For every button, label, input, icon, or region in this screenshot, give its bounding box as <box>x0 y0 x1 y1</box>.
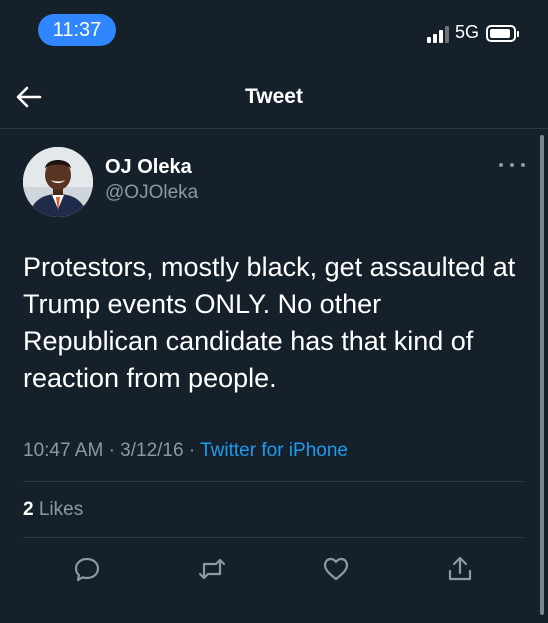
author-handle[interactable]: @OJOleka <box>105 182 198 204</box>
reply-icon[interactable] <box>72 554 102 584</box>
likes-count: 2 <box>23 499 34 520</box>
signal-icon <box>427 25 451 43</box>
tweet-time: 10:47 AM <box>23 440 104 461</box>
share-icon[interactable] <box>445 554 475 584</box>
meta-separator: · <box>188 440 196 461</box>
heart-icon[interactable] <box>321 554 351 584</box>
divider <box>23 481 525 482</box>
tweet-text: Protestors, mostly black, get assaulted … <box>23 252 516 393</box>
tweet-date: 3/12/16 <box>120 440 184 461</box>
author-name[interactable]: OJ Oleka <box>105 156 192 179</box>
scrollbar[interactable] <box>540 135 544 615</box>
divider <box>23 537 525 538</box>
top-nav: Tweet <box>0 70 548 128</box>
more-horizontal-icon[interactable] <box>499 160 525 170</box>
status-time: 11:37 <box>38 14 116 46</box>
network-type: 5G <box>455 22 480 42</box>
avatar[interactable] <box>23 147 93 217</box>
tweet-source-link[interactable]: Twitter for iPhone <box>200 440 348 461</box>
tweet-meta: 10:47 AM · 3/12/16 · Twitter for iPhone <box>23 440 348 462</box>
retweet-icon[interactable] <box>197 554 227 584</box>
page-title: Tweet <box>245 85 303 108</box>
likes-stat[interactable]: 2 Likes <box>23 499 83 521</box>
header-divider <box>0 128 548 129</box>
status-bar: 11:37 5G <box>0 0 548 60</box>
likes-label: Likes <box>38 499 84 520</box>
meta-separator: · <box>108 440 115 461</box>
battery-icon <box>486 25 519 42</box>
